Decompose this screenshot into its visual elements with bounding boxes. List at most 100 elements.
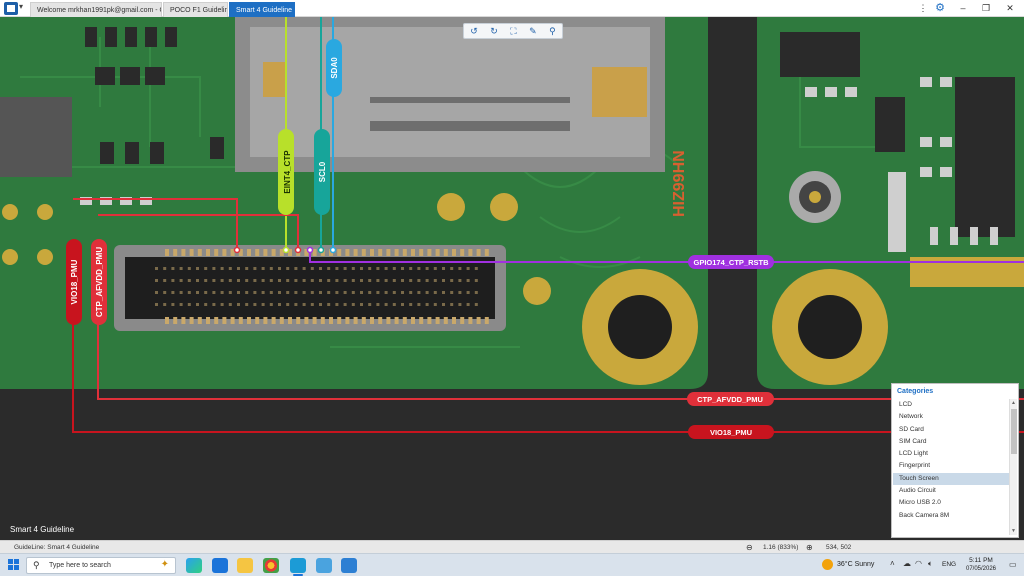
category-item[interactable]: SIM Card (893, 436, 1009, 448)
connector-contact (409, 291, 413, 294)
more-options-icon[interactable]: ⋮ (915, 1, 931, 16)
fit-screen-icon[interactable]: ⛶ (510, 24, 516, 38)
net-label-gpio174-ctp-rstb[interactable]: GPIO174_CTP_RSTB (688, 255, 774, 269)
zoom-out-icon[interactable]: ⊖ (746, 543, 753, 552)
connector-contact (343, 291, 347, 294)
connector-contact (392, 279, 396, 282)
connector-contact (212, 291, 216, 294)
guideline-watermark: Smart 4 Guideline (10, 525, 75, 534)
category-item[interactable]: LCD Light (893, 448, 1009, 460)
file-explorer-icon[interactable] (237, 558, 253, 573)
tab-smart-4-guideline[interactable]: Smart 4 Guideline (229, 2, 295, 17)
connector-pin (329, 317, 333, 324)
connector-contact (458, 267, 462, 270)
app-icon[interactable] (4, 2, 18, 15)
copilot-icon[interactable] (186, 558, 202, 573)
search-highlight-icon[interactable]: ✦ (161, 559, 169, 570)
connector-contact (171, 303, 175, 306)
tab-poco-f1-guideline[interactable]: POCO F1 Guideline (163, 2, 228, 17)
editor-app-icon[interactable] (316, 558, 332, 573)
category-item[interactable]: Fingerprint (893, 460, 1009, 472)
sun-icon[interactable] (822, 559, 833, 570)
connector-contact (417, 279, 421, 282)
scroll-down-icon[interactable]: ▼ (1011, 528, 1016, 534)
category-item[interactable]: SD Card (893, 424, 1009, 436)
connector-pin (476, 317, 481, 324)
connector-contact (253, 267, 257, 270)
net-label-sda0[interactable]: SDA0 (326, 39, 342, 97)
notification-icon[interactable]: ▭ (1009, 560, 1017, 569)
windows-start-icon[interactable] (8, 559, 20, 571)
connector-contact (376, 291, 380, 294)
categories-scrollbar[interactable]: ▲ ▼ (1009, 399, 1017, 535)
connector-pin (263, 317, 268, 324)
chrome-icon[interactable] (263, 558, 279, 573)
connector-contact (343, 267, 347, 270)
connector-contact (245, 267, 249, 270)
net-label-eint4-ctp[interactable]: EINT4_CTP (278, 129, 294, 215)
task-view-icon[interactable] (212, 558, 228, 573)
category-item[interactable]: Network (893, 411, 1009, 423)
status-bar: GuideLine: Smart 4 Guideline ⊖ 1.16 (833… (0, 540, 1024, 553)
connector-contact (442, 267, 445, 270)
close-button[interactable]: ✕ (1002, 1, 1018, 16)
connector-contact (163, 291, 167, 294)
connector-contact (179, 267, 183, 270)
weather-status[interactable]: 36°C Sunny (837, 561, 874, 568)
connector-contact (220, 291, 224, 294)
connector-contact (187, 303, 191, 306)
connector-contact (335, 267, 339, 270)
connector-pin (304, 317, 309, 324)
search-icon[interactable]: ⚲ (549, 24, 556, 38)
category-item-selected[interactable]: Touch Screen (893, 472, 1009, 486)
category-item[interactable]: Micro USB 2.0 (893, 497, 1009, 509)
cloud-icon[interactable]: ☁ (903, 559, 911, 568)
connector-contact (368, 279, 372, 282)
connector-contact (302, 267, 306, 270)
restore-button[interactable]: ❐ (978, 1, 994, 16)
language-indicator[interactable]: ENG (942, 561, 956, 568)
connector-pin (394, 249, 399, 256)
zoom-in-icon[interactable]: ⊕ (806, 543, 813, 552)
chevron-down-icon[interactable]: ▾ (19, 2, 23, 11)
view-toolbar: ↺ ↻ ⛶ ✎ ⚲ (463, 23, 563, 39)
taskbar-search[interactable]: ⚲ Type here to search ✦ (26, 557, 176, 574)
clock-date[interactable]: 07/05/2026 (963, 566, 999, 572)
browser-app-icon[interactable] (341, 558, 357, 573)
minimize-button[interactable]: – (955, 1, 971, 16)
orion-app-icon[interactable] (290, 558, 306, 576)
net-label-ctp-afvdd-pmu[interactable]: CTP_AFVDD_PMU (687, 392, 774, 406)
gear-icon[interactable]: ⚙ (932, 1, 948, 16)
connector-contact (286, 279, 290, 282)
volume-icon[interactable]: 🔈︎ (928, 559, 933, 569)
rotate-cw-icon[interactable]: ↻ (490, 24, 498, 38)
chevron-up-icon[interactable]: ˄ (890, 559, 895, 568)
rotate-ccw-icon[interactable]: ↺ (470, 24, 478, 38)
connector-contact (302, 303, 306, 306)
pen-tool-icon[interactable]: ✎ (529, 24, 537, 38)
connector-contact (450, 279, 454, 282)
category-item[interactable]: Audio Circuit (893, 485, 1009, 497)
tab-welcome[interactable]: Welcome mrkhan1991pk@gmail.com - Orion (30, 2, 162, 17)
wifi-icon[interactable]: ◠ (915, 559, 922, 568)
board-viewer[interactable]: HIZ99HN EINT4_CTP SDA0 SCL0 VIO18_PMU CT… (0, 17, 1024, 540)
scroll-thumb[interactable] (1011, 409, 1017, 454)
connector-contact (417, 303, 421, 306)
net-label-scl0[interactable]: SCL0 (314, 129, 330, 215)
connector-contact (360, 267, 363, 270)
connector-pin (345, 249, 350, 256)
connector-contact (286, 267, 290, 270)
connector-contact (253, 291, 257, 294)
clock-time[interactable]: 5:11 PM (966, 557, 996, 564)
connector-contact (220, 267, 224, 270)
category-item[interactable]: LCD (893, 399, 1009, 411)
connector-contact (269, 279, 273, 282)
svg-text:SCL0: SCL0 (318, 161, 327, 182)
net-label-vio18-pmu-vertical[interactable]: VIO18_PMU (66, 239, 82, 325)
scroll-up-icon[interactable]: ▲ (1011, 400, 1016, 406)
net-label-vio18-pmu[interactable]: VIO18_PMU (688, 425, 774, 439)
category-item[interactable]: Back Camera 8M (893, 510, 1009, 522)
connector-pin (468, 249, 473, 256)
net-label-ctp-afvdd-pmu-vertical[interactable]: CTP_AFVDD_PMU (91, 239, 107, 325)
connector-contact (474, 267, 478, 270)
